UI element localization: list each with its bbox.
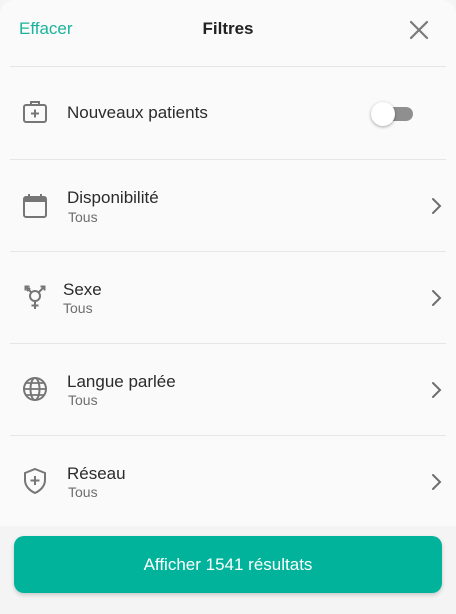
shield-plus-icon <box>24 467 46 495</box>
filter-label: Langue parlée <box>67 372 176 391</box>
toggle-knob <box>371 102 395 126</box>
globe-icon <box>23 377 47 401</box>
filter-label: Nouveaux patients <box>67 103 208 122</box>
calendar-icon <box>23 194 47 218</box>
show-results-button[interactable]: Afficher 1541 résultats <box>14 536 442 593</box>
filter-label: Sexe <box>63 280 102 299</box>
medical-kit-icon <box>23 101 47 123</box>
filter-row-network[interactable]: Réseau Tous <box>0 436 456 528</box>
close-icon[interactable] <box>406 17 432 43</box>
filter-sheet: Effacer Filtres Nouveaux patients Dispon… <box>0 0 456 614</box>
filter-value: Tous <box>68 484 98 500</box>
filter-row-language[interactable]: Langue parlée Tous <box>0 344 456 436</box>
chevron-right-icon <box>432 474 442 490</box>
filter-value: Tous <box>63 300 93 316</box>
chevron-right-icon <box>432 382 442 398</box>
gender-icon <box>24 285 46 309</box>
chevron-right-icon <box>432 290 442 306</box>
header: Effacer Filtres <box>0 0 456 66</box>
filter-value: Tous <box>68 209 98 225</box>
filter-row-availability[interactable]: Disponibilité Tous <box>0 160 456 252</box>
chevron-right-icon <box>432 198 442 214</box>
page-title: Filtres <box>202 19 254 38</box>
new-patients-toggle[interactable] <box>369 101 415 127</box>
filter-value: Tous <box>68 392 98 408</box>
filter-label: Disponibilité <box>67 188 159 207</box>
filter-label: Réseau <box>67 464 126 483</box>
filter-row-sex[interactable]: Sexe Tous <box>0 252 456 344</box>
